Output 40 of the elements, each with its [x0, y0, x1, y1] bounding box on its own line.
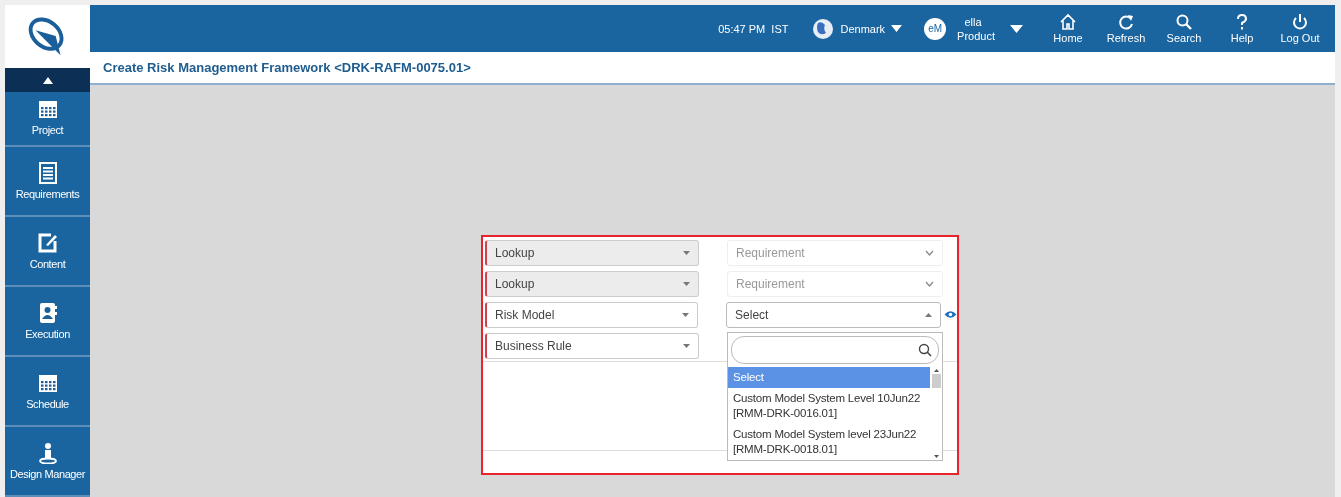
list-icon [36, 162, 59, 184]
caret-up-icon [925, 312, 933, 317]
edit-icon [36, 232, 59, 254]
dropdown-option[interactable]: Select [728, 367, 930, 388]
power-icon [1291, 13, 1309, 31]
scroll-thumb[interactable] [931, 374, 941, 388]
user-menu[interactable]: eM ella Product [924, 14, 1023, 43]
caret-icon [683, 343, 690, 348]
caret-icon [682, 312, 690, 317]
dropdown-option[interactable]: Custom Model System level 23Jun22 [RMM-DRK-0018.01] [728, 424, 930, 460]
caret-icon [891, 25, 903, 32]
value-select[interactable]: Select [726, 301, 942, 328]
nav-button[interactable]: Search [1155, 13, 1213, 44]
scroll-up-icon[interactable] [933, 369, 939, 372]
user-avatar: eM [924, 17, 947, 40]
caret-icon [1010, 24, 1023, 33]
caret-icon [683, 250, 690, 255]
refresh-icon [1117, 13, 1135, 31]
clock-time: 05:47 PM IST [718, 22, 789, 35]
eye-icon[interactable] [944, 310, 957, 319]
type-select[interactable]: Risk Model [485, 301, 699, 328]
search-icon [918, 343, 932, 357]
nav-button[interactable]: Log Out [1271, 13, 1329, 44]
home-icon [1059, 13, 1077, 31]
dropdown-search-field[interactable] [731, 336, 939, 364]
nav-button[interactable]: Help [1213, 13, 1271, 44]
type-select[interactable]: Business Rule [485, 332, 699, 359]
nav-button[interactable]: Home [1039, 13, 1097, 44]
chevron-down-icon [925, 249, 934, 256]
person-pin-icon [36, 442, 59, 464]
search-icon [1175, 13, 1193, 31]
scroll-down-icon[interactable] [933, 455, 939, 458]
chevron-down-icon [925, 280, 934, 287]
page-title: Create Risk Management Framework <DRK-RAFM-0075.01> [103, 60, 471, 75]
nav-button[interactable]: Refresh [1097, 13, 1155, 44]
dropdown-option[interactable]: Custom Model System Level 10Jun22 [RMM-DRK-0016.01] [728, 388, 930, 424]
scroll-up-icon[interactable] [42, 76, 53, 84]
caret-icon [683, 281, 690, 286]
country-selector[interactable]: Denmark [812, 17, 903, 40]
globe-icon [812, 17, 835, 40]
